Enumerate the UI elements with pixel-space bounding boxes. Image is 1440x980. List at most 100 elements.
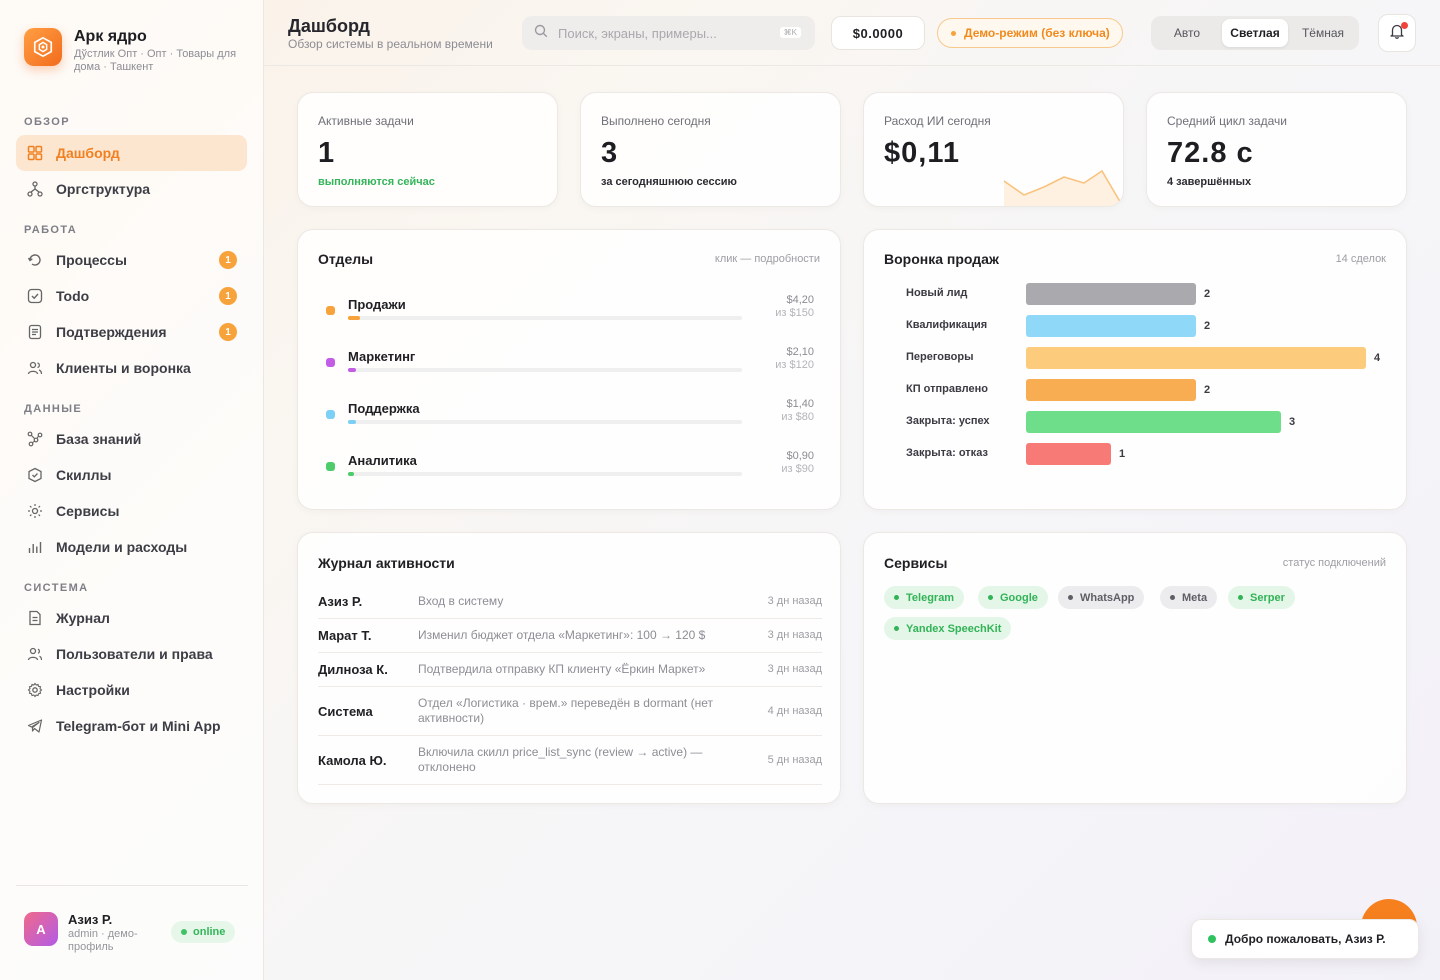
activity-row[interactable]: Дилноза К. Подтвердила отправку КП клиент… [318, 653, 822, 687]
department-spent: $1,40 [786, 398, 814, 410]
activity-log-card: Журнал активности Азиз Р. Вход в систему 3… [297, 532, 841, 804]
funnel-stage-label: Закрыта: отказ [906, 447, 988, 459]
funnel-row[interactable]: Переговоры 4 [906, 347, 1386, 369]
card-title: Сервисы [884, 555, 948, 571]
user-name: Азиз Р. [68, 912, 113, 927]
sidebar-item-todo[interactable]: Todo 1 [16, 278, 247, 314]
notifications-button[interactable] [1378, 14, 1416, 52]
kpi-value: 72.8 с [1167, 137, 1254, 169]
activity-row[interactable]: Камола Ю. Включила скилл price_list_sync … [318, 736, 822, 785]
services-card: Сервисы статус подключений Telegram Googl… [863, 532, 1407, 804]
sidebar-item-skills[interactable]: Скиллы [16, 457, 247, 493]
brand[interactable]: Арк ядро Дўстлик Опт · Опт · Товары для … [24, 28, 239, 74]
sidebar-item-dashboard[interactable]: Дашборд [16, 135, 247, 171]
funnel-bar [1026, 315, 1196, 337]
activity-time: 5 дн назад [767, 753, 822, 766]
sidebar-item-label: Дашборд [56, 145, 120, 161]
dashboard-icon [26, 144, 44, 162]
kpi-card-active-tasks[interactable]: Активные задачи 1 выполняются сейчас [297, 92, 558, 207]
welcome-toast: Добро пожаловать, Азиз Р. [1191, 919, 1419, 959]
service-pill[interactable]: Telegram [884, 586, 965, 609]
sidebar-item-models[interactable]: Модели и расходы [16, 529, 247, 565]
activity-row[interactable]: Азиз Р. Вход в систему 3 дн назад [318, 585, 822, 619]
department-row[interactable]: Продажи $4,20 из $150 [326, 294, 814, 337]
settings-icon [26, 681, 44, 699]
funnel-count: 2 [1204, 288, 1211, 300]
theme-dark-button[interactable]: Тёмная [1290, 19, 1356, 47]
card-hint: статус подключений [1282, 557, 1386, 569]
topbar: Дашборд Обзор системы в реальном времени… [264, 0, 1440, 66]
theme-light-button[interactable]: Светлая [1222, 19, 1288, 47]
sidebar-item-users[interactable]: Пользователи и права [16, 636, 247, 672]
activity-time: 3 дн назад [767, 629, 822, 641]
sidebar-item-label: Сервисы [56, 503, 120, 519]
sidebar-item-knowledge[interactable]: База знаний [16, 421, 247, 457]
department-name: Поддержка [348, 401, 420, 416]
department-row[interactable]: Поддержка $1,40 из $80 [326, 398, 814, 441]
service-pill[interactable]: WhatsApp [1058, 586, 1145, 609]
sidebar-item-label: Пользователи и права [56, 646, 213, 662]
sidebar-item-approvals[interactable]: Подтверждения 1 [16, 314, 247, 350]
kpi-card-avg-cycle[interactable]: Средний цикл задачи 72.8 с 4 завершённых [1146, 92, 1407, 207]
funnel-bar [1026, 283, 1196, 305]
sidebar-item-label: Модели и расходы [56, 539, 188, 555]
search-input[interactable] [558, 25, 768, 41]
activity-user: Система [318, 703, 373, 719]
budget-progress-fill [348, 316, 360, 320]
funnel-row[interactable]: Новый лид 2 [906, 283, 1386, 305]
service-pill[interactable]: Meta [1160, 586, 1218, 609]
funnel-row[interactable]: Квалификация 2 [906, 315, 1386, 337]
sidebar-item-clients[interactable]: Клиенты и воронка [16, 350, 247, 386]
department-row[interactable]: Аналитика $0,90 из $90 [326, 450, 814, 493]
badge: 1 [219, 287, 237, 305]
sidebar-item-telegram[interactable]: Telegram-бот и Mini App [16, 708, 247, 744]
kpi-label: Выполнено сегодня [601, 114, 711, 128]
budget-progress-track [348, 472, 742, 476]
service-pill[interactable]: Serper [1228, 586, 1295, 609]
sidebar-item-settings[interactable]: Настройки [16, 672, 247, 708]
funnel-bar [1026, 379, 1196, 401]
sidebar-item-log[interactable]: Журнал [16, 600, 247, 636]
sidebar-item-processes[interactable]: Процессы 1 [16, 242, 247, 278]
sidebar-item-services[interactable]: Сервисы [16, 493, 247, 529]
funnel-row[interactable]: Закрыта: успех 3 [906, 411, 1386, 433]
funnel-stage-label: Квалификация [906, 319, 988, 331]
balance-display[interactable]: $0.0000 [831, 16, 925, 50]
page-title: Дашборд [288, 16, 370, 36]
funnel-count: 2 [1204, 384, 1211, 396]
nav-section-system: СИСТЕМА [24, 582, 89, 594]
department-color-dot [326, 410, 335, 419]
sidebar-item-org[interactable]: Оргструктура [16, 171, 247, 207]
search-box[interactable]: ⌘K [522, 16, 815, 50]
sales-funnel-card: Воронка продаж 14 сделок Новый лид 2 Квали… [863, 229, 1407, 510]
service-pill[interactable]: Google [978, 586, 1048, 609]
department-spent: $0,90 [786, 450, 814, 462]
service-pill[interactable]: Yandex SpeechKit [884, 617, 1012, 640]
status-dot [1208, 935, 1216, 943]
models-icon [26, 538, 44, 556]
demo-mode-pill[interactable]: Демо-режим (без ключа) [937, 18, 1123, 48]
activity-row[interactable]: Система Отдел «Логистика · врем.» перевед… [318, 687, 822, 736]
activity-user: Азиз Р. [318, 594, 363, 609]
skills-icon [26, 466, 44, 484]
budget-progress-fill [348, 420, 356, 424]
activity-row[interactable]: Марат Т. Изменил бюджет отдела «Маркетинг… [318, 619, 822, 653]
sidebar-item-label: Процессы [56, 252, 127, 268]
department-row[interactable]: Маркетинг $2,10 из $120 [326, 346, 814, 389]
funnel-row[interactable]: КП отправлено 2 [906, 379, 1386, 401]
user-profile[interactable]: A Азиз Р. admin · демо-профиль [24, 912, 158, 954]
sidebar-item-label: Подтверждения [56, 324, 167, 340]
notification-dot [1401, 22, 1408, 29]
kpi-card-ai-spend[interactable]: Расход ИИ сегодня $0,11 [863, 92, 1124, 207]
department-name: Аналитика [348, 453, 417, 468]
clients-icon [26, 359, 44, 377]
theme-auto-button[interactable]: Авто [1154, 19, 1220, 47]
services-icon [26, 502, 44, 520]
department-spent: $2,10 [786, 346, 814, 358]
funnel-row[interactable]: Закрыта: отказ 1 [906, 443, 1386, 465]
sidebar: Арк ядро Дўстлик Опт · Опт · Товары для … [0, 0, 264, 980]
kpi-label: Расход ИИ сегодня [884, 114, 991, 128]
funnel-count: 3 [1289, 416, 1296, 428]
budget-progress-track [348, 420, 742, 424]
kpi-card-done-today[interactable]: Выполнено сегодня 3 за сегодняшнюю сесси… [580, 92, 841, 207]
